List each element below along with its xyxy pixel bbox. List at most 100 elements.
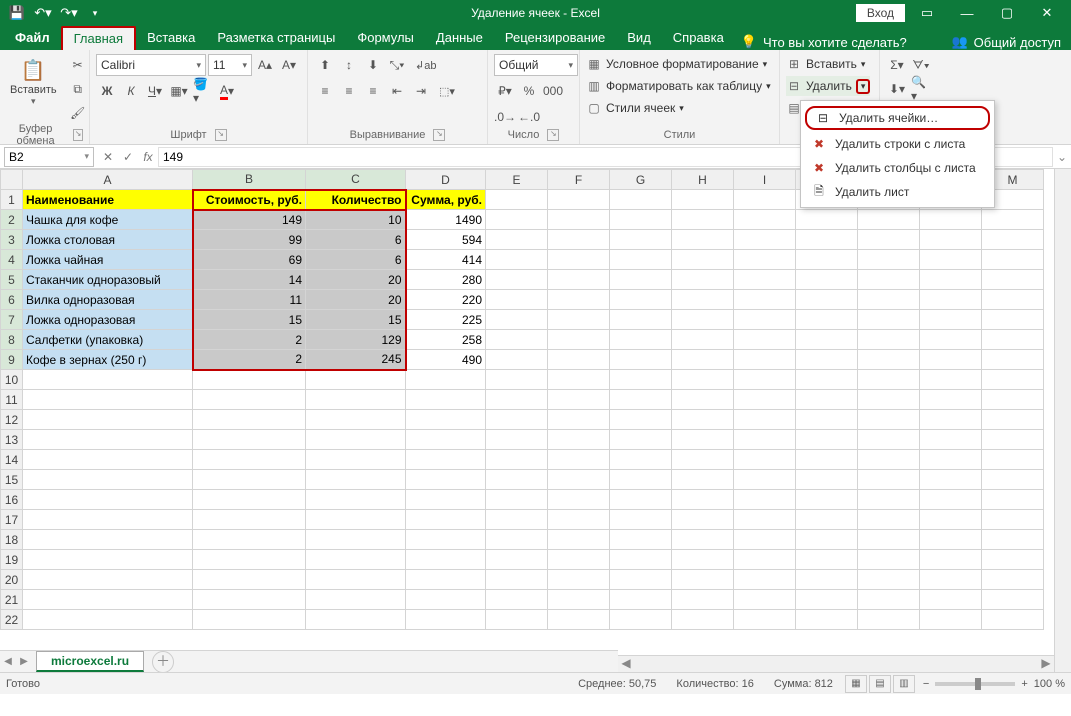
row-header-22[interactable]: 22: [1, 610, 23, 630]
cell-E12[interactable]: [486, 410, 548, 430]
cell-A22[interactable]: [23, 610, 193, 630]
cell-C1[interactable]: Количество: [306, 190, 406, 210]
cell-B4[interactable]: 69: [193, 250, 306, 270]
cell-M14[interactable]: [982, 450, 1044, 470]
cell-J22[interactable]: [796, 610, 858, 630]
cell-G21[interactable]: [610, 590, 672, 610]
currency-icon[interactable]: ₽▾: [494, 80, 516, 102]
cell-I7[interactable]: [734, 310, 796, 330]
cell-C6[interactable]: 20: [306, 290, 406, 310]
cell-A4[interactable]: Ложка чайная: [23, 250, 193, 270]
merge-cells-icon[interactable]: ⬚▾: [434, 80, 460, 102]
cell-A16[interactable]: [23, 490, 193, 510]
row-header-5[interactable]: 5: [1, 270, 23, 290]
cell-H13[interactable]: [672, 430, 734, 450]
tab-home[interactable]: Главная: [61, 26, 136, 50]
cell-I18[interactable]: [734, 530, 796, 550]
cell-E4[interactable]: [486, 250, 548, 270]
col-header-A[interactable]: A: [23, 170, 193, 190]
cell-C14[interactable]: [306, 450, 406, 470]
cell-A3[interactable]: Ложка столовая: [23, 230, 193, 250]
percent-icon[interactable]: %: [518, 80, 540, 102]
cell-J4[interactable]: [796, 250, 858, 270]
cell-L7[interactable]: [920, 310, 982, 330]
cell-C9[interactable]: 245: [306, 350, 406, 370]
cell-B14[interactable]: [193, 450, 306, 470]
cell-A14[interactable]: [23, 450, 193, 470]
cell-M13[interactable]: [982, 430, 1044, 450]
cell-A21[interactable]: [23, 590, 193, 610]
cell-D20[interactable]: [406, 570, 486, 590]
cell-B6[interactable]: 11: [193, 290, 306, 310]
cell-J10[interactable]: [796, 370, 858, 390]
cell-B22[interactable]: [193, 610, 306, 630]
cell-H3[interactable]: [672, 230, 734, 250]
cell-J8[interactable]: [796, 330, 858, 350]
cell-G4[interactable]: [610, 250, 672, 270]
col-header-H[interactable]: H: [672, 170, 734, 190]
cell-M2[interactable]: [982, 210, 1044, 230]
cell-B1[interactable]: Стоимость, руб.: [193, 190, 306, 210]
cell-M5[interactable]: [982, 270, 1044, 290]
cell-J7[interactable]: [796, 310, 858, 330]
cell-D7[interactable]: 225: [406, 310, 486, 330]
indent-increase-icon[interactable]: ⇥: [410, 80, 432, 102]
cell-M6[interactable]: [982, 290, 1044, 310]
view-normal-icon[interactable]: ▦: [845, 675, 867, 693]
fx-icon[interactable]: fx: [138, 147, 158, 167]
cell-I17[interactable]: [734, 510, 796, 530]
delete-sheet-menuitem[interactable]: 🗎Удалить лист: [801, 180, 994, 204]
cell-L16[interactable]: [920, 490, 982, 510]
cell-E22[interactable]: [486, 610, 548, 630]
conditional-formatting-button[interactable]: ▦Условное форматирование▾: [586, 54, 767, 74]
cell-C20[interactable]: [306, 570, 406, 590]
cell-I8[interactable]: [734, 330, 796, 350]
cell-H20[interactable]: [672, 570, 734, 590]
add-sheet-button[interactable]: ＋: [152, 651, 174, 673]
cell-K17[interactable]: [858, 510, 920, 530]
align-middle-icon[interactable]: ↕: [338, 54, 360, 76]
cell-D5[interactable]: 280: [406, 270, 486, 290]
cell-G11[interactable]: [610, 390, 672, 410]
cell-F6[interactable]: [548, 290, 610, 310]
align-left-icon[interactable]: ≡: [314, 80, 336, 102]
cell-L21[interactable]: [920, 590, 982, 610]
zoom-slider[interactable]: [935, 682, 1015, 686]
tab-formulas[interactable]: Формулы: [346, 26, 425, 50]
cell-D3[interactable]: 594: [406, 230, 486, 250]
cell-E8[interactable]: [486, 330, 548, 350]
cell-H16[interactable]: [672, 490, 734, 510]
cell-J21[interactable]: [796, 590, 858, 610]
zoom-control[interactable]: − + 100 %: [923, 678, 1065, 690]
row-header-8[interactable]: 8: [1, 330, 23, 350]
cell-F22[interactable]: [548, 610, 610, 630]
cell-I11[interactable]: [734, 390, 796, 410]
cell-I12[interactable]: [734, 410, 796, 430]
cell-D13[interactable]: [406, 430, 486, 450]
cell-L5[interactable]: [920, 270, 982, 290]
delete-rows-menuitem[interactable]: ✖Удалить строки с листа: [801, 132, 994, 156]
cell-H7[interactable]: [672, 310, 734, 330]
cell-E11[interactable]: [486, 390, 548, 410]
cell-L10[interactable]: [920, 370, 982, 390]
tab-view[interactable]: Вид: [616, 26, 662, 50]
cell-J5[interactable]: [796, 270, 858, 290]
format-as-table-button[interactable]: ▥Форматировать как таблицу▾: [586, 76, 771, 96]
increase-decimal-icon[interactable]: .0→: [494, 106, 516, 128]
align-bottom-icon[interactable]: ⬇: [362, 54, 384, 76]
cell-G12[interactable]: [610, 410, 672, 430]
cell-H1[interactable]: [672, 190, 734, 210]
find-select-icon[interactable]: 🔍▾: [910, 78, 932, 100]
cell-J13[interactable]: [796, 430, 858, 450]
cell-A7[interactable]: Ложка одноразовая: [23, 310, 193, 330]
cell-D19[interactable]: [406, 550, 486, 570]
col-header-B[interactable]: B: [193, 170, 306, 190]
cell-H12[interactable]: [672, 410, 734, 430]
cell-J16[interactable]: [796, 490, 858, 510]
cell-H8[interactable]: [672, 330, 734, 350]
cell-C19[interactable]: [306, 550, 406, 570]
cell-M8[interactable]: [982, 330, 1044, 350]
cell-H2[interactable]: [672, 210, 734, 230]
tab-page-layout[interactable]: Разметка страницы: [206, 26, 346, 50]
cell-I5[interactable]: [734, 270, 796, 290]
